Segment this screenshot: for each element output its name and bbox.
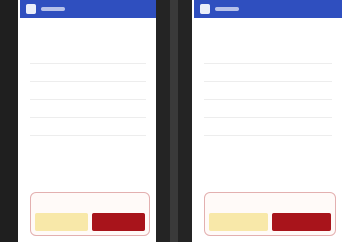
divider — [170, 0, 178, 242]
list-item[interactable] — [204, 64, 332, 82]
confirm-dialog — [30, 192, 150, 236]
cancel-button[interactable] — [35, 213, 88, 231]
list-item[interactable] — [30, 46, 146, 64]
confirm-button[interactable] — [92, 213, 145, 231]
app-title — [215, 7, 239, 11]
panel-left — [20, 0, 156, 242]
top-bar — [194, 0, 342, 18]
dialog-actions — [209, 213, 331, 231]
confirm-button[interactable] — [272, 213, 331, 231]
dialog-title-bar — [205, 193, 335, 207]
dialog-title-bar — [31, 193, 149, 207]
dialog-actions — [35, 213, 145, 231]
list-item[interactable] — [204, 100, 332, 118]
content-area — [194, 18, 342, 136]
cancel-button[interactable] — [209, 213, 268, 231]
app-title — [41, 7, 65, 11]
app-logo-icon — [200, 4, 210, 14]
list-item[interactable] — [204, 82, 332, 100]
content-area — [20, 18, 156, 136]
top-bar — [20, 0, 156, 18]
list-item[interactable] — [204, 46, 332, 64]
list-item[interactable] — [30, 100, 146, 118]
panel-right — [194, 0, 342, 242]
app-logo-icon — [26, 4, 36, 14]
list-item[interactable] — [204, 118, 332, 136]
left-dark-band — [0, 0, 18, 242]
middle-dark-band — [156, 0, 192, 242]
confirm-dialog — [204, 192, 336, 236]
list-item[interactable] — [30, 64, 146, 82]
list-item[interactable] — [30, 82, 146, 100]
list-item[interactable] — [30, 118, 146, 136]
